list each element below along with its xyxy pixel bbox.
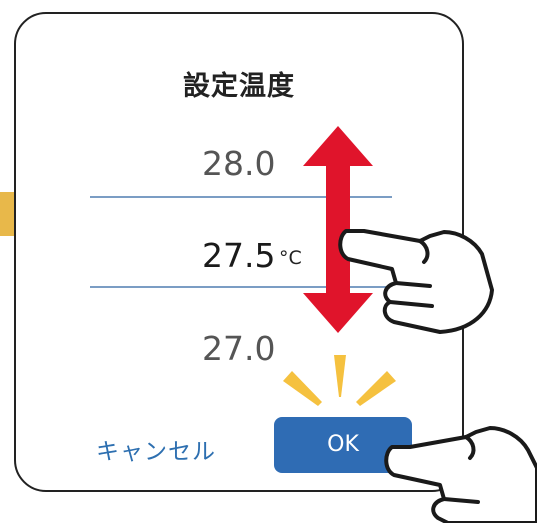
picker-selection-line-top: [90, 196, 392, 198]
tutorial-stage: 設定温度 28.0 27.5 °C 27.0 キャンセル OK: [0, 0, 537, 523]
picker-previous-value[interactable]: 28.0: [202, 144, 275, 183]
temperature-dialog: 設定温度 28.0 27.5 °C 27.0 キャンセル OK: [14, 12, 464, 492]
temperature-unit: °C: [279, 247, 302, 269]
picker-selection-line-bottom: [90, 286, 392, 288]
cancel-button[interactable]: キャンセル: [96, 432, 216, 466]
picker-current-value[interactable]: 27.5: [202, 236, 275, 275]
ok-button[interactable]: OK: [274, 417, 412, 473]
dialog-title: 設定温度: [183, 71, 295, 102]
picker-next-value[interactable]: 27.0: [202, 329, 275, 368]
